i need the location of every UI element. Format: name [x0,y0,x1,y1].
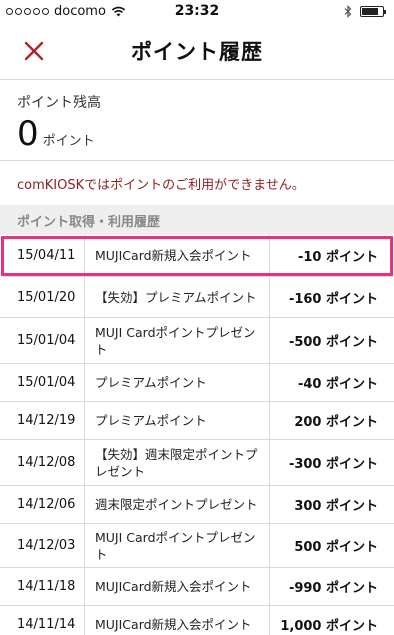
history-points: 500 ポイント [294,540,378,555]
history-date: 15/01/20 [17,289,76,305]
history-points: -300 ポイント [288,457,378,472]
history-date: 14/12/06 [17,497,76,512]
history-section-title: ポイント取得・利用履歴 [0,205,394,235]
point-balance-label: ポイント残高 [17,95,101,111]
carrier-name: docomo [54,3,106,19]
history-points: -40 ポイント [297,377,378,392]
history-points: 200 ポイント [294,415,378,430]
point-balance-row: 0 ポイント [17,114,377,154]
history-row: 15/01/04 MUJI Cardポイントプレゼント -500 ポイント [0,318,394,364]
battery-level [362,7,378,15]
history-description: プレミアムポイント [84,364,270,401]
history-description: MUJICard新規入会ポイント [84,568,270,605]
history-date: 15/01/04 [17,375,76,390]
history-points: 300 ポイント [294,499,378,514]
history-date: 15/04/11 [17,248,76,263]
history-description: プレミアムポイント [84,402,270,439]
kiosk-notice: comKIOSKではポイントのご利用ができません。 [0,160,394,205]
page-title: ポイント履歴 [131,39,263,64]
history-row: 14/12/19 プレミアムポイント 200 ポイント [0,402,394,440]
navigation-bar: ポイント履歴 [0,22,394,80]
history-row: 14/12/03 MUJI Cardポイントプレゼント 500 ポイント [0,524,394,568]
history-date: 14/12/19 [17,413,76,428]
history-row: 14/11/14 MUJICard新規入会ポイント 1,000 ポイント [0,606,394,635]
history-row: 14/12/06 週末限定ポイントプレゼント 300 ポイント [0,486,394,524]
history-row: 15/04/11 MUJICard新規入会ポイント -10 ポイント [0,235,394,277]
history-row: 14/12/08 【失効】週末限定ポイントプレゼント -300 ポイント [0,440,394,486]
history-description: MUJICard新規入会ポイント [84,606,270,635]
status-bar: docomo 23:32 [0,0,394,22]
bluetooth-icon [344,4,352,18]
point-history-list: 15/04/11 MUJICard新規入会ポイント -10 ポイント 15/01/20… [0,235,394,635]
history-description: 週末限定ポイントプレゼント [84,486,270,523]
status-bar-left: docomo [6,4,126,19]
wifi-icon [111,6,126,16]
history-date: 14/12/03 [17,538,76,553]
history-points: -500 ポイント [288,335,378,350]
battery-icon [360,5,386,17]
history-description: MUJICard新規入会ポイント [84,235,270,276]
history-points: 1,000 ポイント [280,619,378,634]
history-description: MUJI Cardポイントプレゼント [84,524,270,567]
history-description: 【失効】週末限定ポイントプレゼント [84,440,270,485]
history-date: 14/12/08 [17,455,76,470]
history-date: 14/11/14 [17,617,76,632]
signal-strength-icon [6,7,49,15]
history-points: -10 ポイント [297,250,378,265]
point-balance-section: ポイント残高 0 ポイント [0,80,394,160]
point-balance-value: 0 [17,114,39,154]
history-row: 15/01/20 【失効】プレミアムポイント -160 ポイント [0,277,394,318]
history-row: 15/01/04 プレミアムポイント -40 ポイント [0,364,394,402]
history-points: -160 ポイント [288,291,378,307]
point-balance-unit: ポイント [42,134,95,149]
history-description: 【失効】プレミアムポイント [84,277,270,317]
close-x-icon[interactable] [22,39,46,63]
history-date: 15/01/04 [17,333,76,348]
history-row: 14/11/18 MUJICard新規入会ポイント -990 ポイント [0,568,394,606]
status-bar-right [344,4,386,18]
history-date: 14/11/18 [17,579,76,594]
history-description: MUJI Cardポイントプレゼント [84,318,270,363]
history-points: -990 ポイント [288,581,378,596]
